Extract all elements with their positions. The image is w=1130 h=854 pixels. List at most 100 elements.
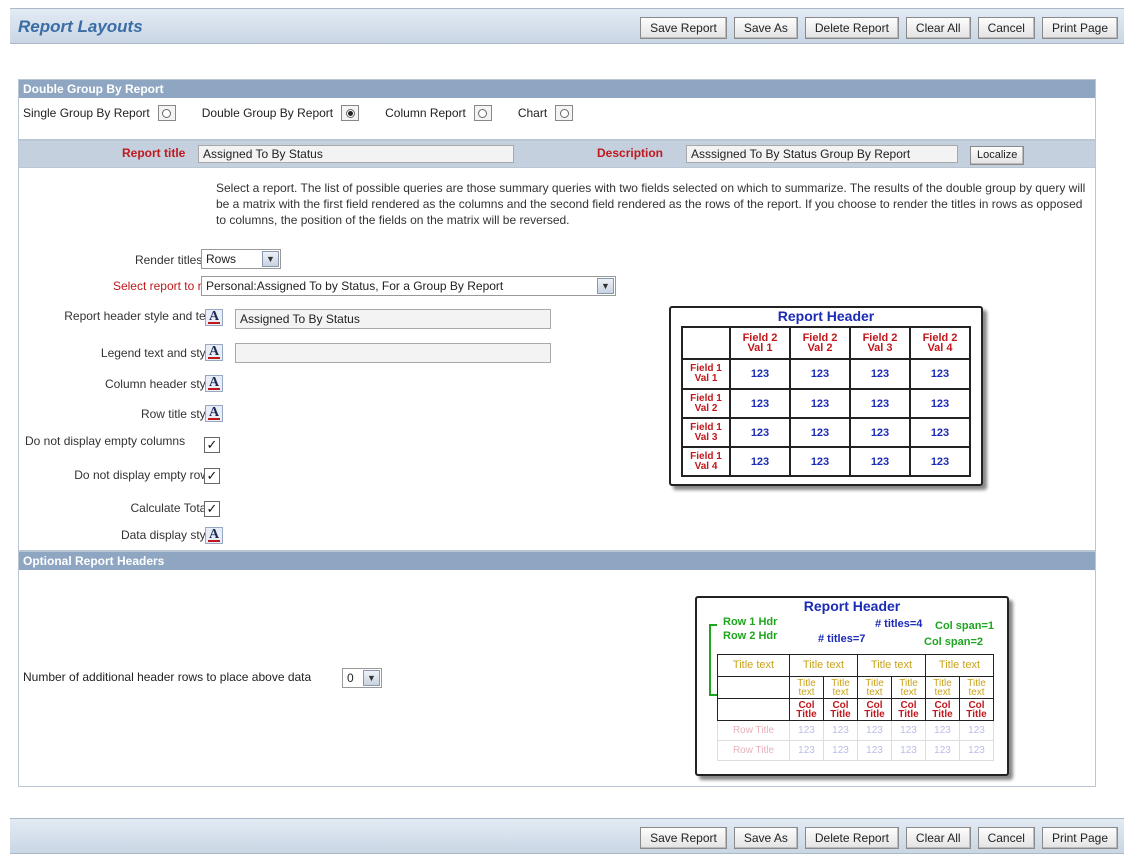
description-text: Select a report. The list of possible qu… [216,181,1086,227]
print-page-button[interactable]: Print Page [1041,17,1118,39]
subtitle-cell: Title text [789,676,824,699]
cell: 123 [857,740,892,761]
radio-button[interactable] [345,108,355,118]
header-rows-value: 0 [347,671,354,685]
cell: 123 [959,740,994,761]
row-header: Field 1 Val 2 [681,388,731,419]
cell: 123 [823,740,858,761]
text-style-icon[interactable]: A [205,375,223,392]
chevron-down-icon[interactable]: ▼ [363,670,380,686]
cell: 123 [909,388,971,419]
no-empty-rows-label: Do not display empty rows [74,468,215,482]
clear-all-button[interactable]: Clear All [905,17,971,39]
report-type-header: Double Group By Report [19,80,1095,98]
main-settings: Select a report. The list of possible qu… [18,168,1096,551]
delete-report-button[interactable]: Delete Report [804,827,899,849]
col-header: Field 2 Val 2 [789,326,851,360]
no-empty-columns-label: Do not display empty columns [25,434,186,448]
description-input[interactable] [686,145,958,163]
print-page-button[interactable]: Print Page [1041,827,1118,849]
subtitle-cell: Title text [857,676,892,699]
radio-single-group-by[interactable]: Single Group By Report [23,105,176,121]
cell: 123 [891,740,926,761]
save-report-button[interactable]: Save Report [640,827,727,849]
cell: 123 [789,740,824,761]
report-type-panel: Double Group By Report Single Group By R… [18,79,1096,140]
text-style-icon[interactable]: A [205,309,223,326]
render-titles-select[interactable]: Rows ▼ [201,249,281,269]
data-display-style-label: Data display style [120,528,215,542]
legend-label: Legend text and style [100,346,215,360]
radio-double-group-by[interactable]: Double Group By Report [202,105,360,121]
cell: 123 [959,720,994,741]
cell: 123 [849,388,911,419]
radio-button[interactable] [559,108,569,118]
radio-label: Chart [517,106,548,120]
localize-button[interactable]: Localize [970,146,1025,165]
clear-all-button[interactable]: Clear All [905,827,971,849]
header-preview: Report Header Row 1 Hdr Row 2 Hdr # titl… [695,596,1009,776]
subtitle-cell: Title text [823,676,858,699]
cell: 123 [729,358,791,390]
chevron-down-icon[interactable]: ▼ [262,251,279,267]
select-report-label: Select report to run [112,279,215,293]
report-title-label: Report title [122,146,186,160]
save-as-button[interactable]: Save As [733,827,798,849]
radio-label: Single Group By Report [23,106,150,120]
chevron-down-icon[interactable]: ▼ [597,278,614,294]
titles4-label: # titles=4 [875,618,923,630]
text-style-icon[interactable]: A [205,344,223,361]
row-header: Field 1 Val 1 [681,358,731,390]
app-title: Report Layouts [18,17,143,36]
text-style-icon[interactable]: A [205,405,223,422]
title-cell: Title text [925,654,994,677]
calculate-totals-checkbox[interactable]: ✓ [204,501,220,517]
row-header: Field 1 Val 3 [681,417,731,448]
no-empty-rows-checkbox[interactable]: ✓ [204,468,220,484]
radio-button[interactable] [162,108,172,118]
bottom-toolbar: Save Report Save As Delete Report Clear … [10,818,1124,854]
header-rows-select[interactable]: 0 ▼ [342,668,382,688]
save-report-button[interactable]: Save Report [640,17,727,39]
report-title-input[interactable] [198,145,514,163]
calculate-totals-label: Calculate Totals [130,501,216,515]
header-text-input[interactable] [235,309,551,329]
col-header: Field 2 Val 1 [729,326,791,360]
layout-preview: Report Header Field 2 Val 1 Field 2 Val 2 … [669,306,983,486]
header-style-label: Report header style and text [64,309,215,323]
cell: 123 [789,417,851,448]
save-as-button[interactable]: Save As [733,17,798,39]
row-header: Field 1 Val 4 [681,446,731,477]
cell: 123 [789,446,851,477]
row-title-style-label: Row title style [140,407,215,421]
preview-table: Field 2 Val 1 Field 2 Val 2 Field 2 Val 3 F… [681,326,971,477]
cancel-button[interactable]: Cancel [977,827,1035,849]
cell: 123 [909,417,971,448]
preview-title: Report Header [777,308,875,324]
col-title-cell: Col Title [959,698,994,721]
cell: 123 [729,446,791,477]
cell: 123 [925,740,960,761]
radio-button[interactable] [478,108,488,118]
text-style-icon[interactable]: A [205,527,223,544]
radio-chart[interactable]: Chart [517,105,574,121]
row-title-cell: Row Title [717,720,790,741]
cell: 123 [925,720,960,741]
no-empty-columns-checkbox[interactable]: ✓ [204,437,220,453]
col-title-cell: Col Title [857,698,892,721]
col-title-cell: Col Title [789,698,824,721]
radio-column-report[interactable]: Column Report [385,105,492,121]
legend-input[interactable] [235,343,551,363]
col-header: Field 2 Val 3 [849,326,911,360]
cell: 123 [729,388,791,419]
delete-report-button[interactable]: Delete Report [804,17,899,39]
cancel-button[interactable]: Cancel [977,17,1035,39]
cell: 123 [849,358,911,390]
optional-headers-header: Optional Report Headers [19,552,1095,570]
cell: 123 [849,446,911,477]
description-label: Description [597,146,664,160]
subtitle-cell: Title text [925,676,960,699]
top-toolbar: Report Layouts Save Report Save As Delet… [10,8,1124,44]
cell: 123 [849,417,911,448]
select-report-select[interactable]: Personal:Assigned To by Status, For a Gr… [201,276,616,296]
